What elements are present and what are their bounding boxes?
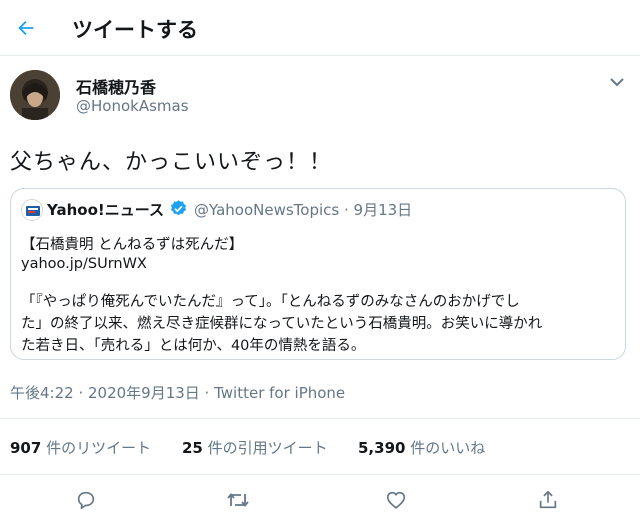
author-name[interactable]: 石橋穂乃香 xyxy=(76,74,156,98)
tweet-timestamp[interactable]: 午後4:22 · 2020年9月13日 · Twitter for iPhone xyxy=(10,382,345,403)
reply-icon xyxy=(77,491,95,510)
retweet-count-link[interactable]: 907 件のリツイート xyxy=(10,437,151,458)
arrow-left-icon xyxy=(18,20,34,36)
page-header: ツイートする xyxy=(0,0,640,56)
share-icon xyxy=(539,490,557,509)
page-title: ツイートする xyxy=(72,18,198,42)
quote-count: 25 xyxy=(182,439,203,457)
retweet-icon xyxy=(227,493,249,507)
quote-label: 件の引用ツイート xyxy=(207,439,328,457)
divider xyxy=(0,474,640,475)
quoted-meta: @YahooNewsTopics · 9月13日 xyxy=(194,201,413,219)
like-label: 件のいいね xyxy=(410,439,486,457)
quoted-text-line: た」の終了以来、燃え尽き症候群になっていたという石橋貴明。お笑いに導かれ xyxy=(21,316,543,332)
author-handle[interactable]: @HonokAsmas xyxy=(76,97,189,115)
quoted-tweet[interactable]: Yahoo!ニュース @YahooNewsTopics · 9月13日 【石橋貴… xyxy=(10,188,626,360)
divider xyxy=(0,418,640,419)
quote-count-link[interactable]: 25 件の引用ツイート xyxy=(182,437,328,458)
quoted-avatar xyxy=(21,199,43,221)
quoted-headline: 【石橋貴明 とんねるずは死んだ】 xyxy=(21,237,244,253)
retweet-label: 件のリツイート xyxy=(46,439,152,457)
avatar[interactable] xyxy=(10,70,60,120)
quoted-link[interactable]: yahoo.jp/SUrnWX xyxy=(21,256,147,272)
back-button[interactable] xyxy=(10,12,42,44)
share-button[interactable] xyxy=(534,486,562,514)
like-button[interactable] xyxy=(382,486,410,514)
tweet-menu-button[interactable] xyxy=(608,74,626,88)
verified-badge-icon xyxy=(169,199,188,218)
retweet-count: 907 xyxy=(10,439,42,457)
like-count-link[interactable]: 5,390 件のいいね xyxy=(358,437,485,458)
quoted-author-name: Yahoo!ニュース xyxy=(47,201,164,219)
quoted-text-line: 「『やっぱり俺死んでいたんだ』って」。「とんねるずのみなさんのおかげでし xyxy=(21,294,520,310)
reply-button[interactable] xyxy=(72,486,100,514)
quoted-text-line: た若き日、「売れる」とは何か、40年の情熱を語る。 xyxy=(21,338,366,354)
retweet-button[interactable] xyxy=(224,486,252,514)
chevron-down-icon xyxy=(610,78,624,87)
like-count: 5,390 xyxy=(358,439,406,457)
tweet-text: 父ちゃん、かっこいいぞっ！！ xyxy=(10,150,333,175)
heart-icon xyxy=(386,491,406,509)
